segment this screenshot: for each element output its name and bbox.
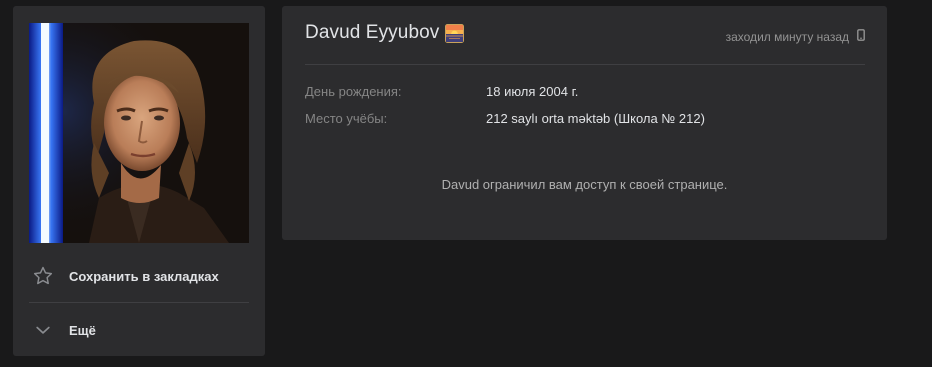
more-button[interactable]: Ещё <box>29 307 249 353</box>
profile-name: Davud Eyyubov <box>305 22 440 43</box>
birthday-value[interactable]: 18 июля 2004 г. <box>486 84 578 99</box>
school-label: Место учёбы: <box>305 111 388 126</box>
star-icon <box>31 264 55 288</box>
last-seen-status: заходил минуту назад <box>726 29 865 44</box>
school-row: Место учёбы: 212 saylı orta məktəb (Школ… <box>305 111 705 126</box>
restricted-access-message: Davud ограничил вам доступ к своей стран… <box>441 177 728 192</box>
save-bookmark-button[interactable]: Сохранить в закладках <box>29 253 249 299</box>
avatar-photo <box>29 23 249 243</box>
mobile-phone-icon <box>857 29 865 44</box>
profile-info-card: Davud Eyyubov заходил минуту назад День … <box>282 6 887 240</box>
more-label: Ещё <box>69 322 96 338</box>
divider <box>29 302 249 303</box>
chevron-down-icon <box>31 318 55 342</box>
school-value[interactable]: 212 saylı orta məktəb (Школа № 212) <box>486 111 705 126</box>
profile-sidebar-card: Сохранить в закладках Ещё <box>13 6 265 356</box>
profile-header: Davud Eyyubov <box>305 22 465 44</box>
avatar[interactable] <box>29 23 249 243</box>
save-bookmark-label: Сохранить в закладках <box>69 268 219 284</box>
birthday-label: День рождения: <box>305 84 402 99</box>
birthday-row: День рождения: 18 июля 2004 г. <box>305 84 578 99</box>
header-divider <box>305 64 865 65</box>
last-seen-text: заходил минуту назад <box>725 29 849 44</box>
sunset-emoji-icon <box>445 23 465 43</box>
